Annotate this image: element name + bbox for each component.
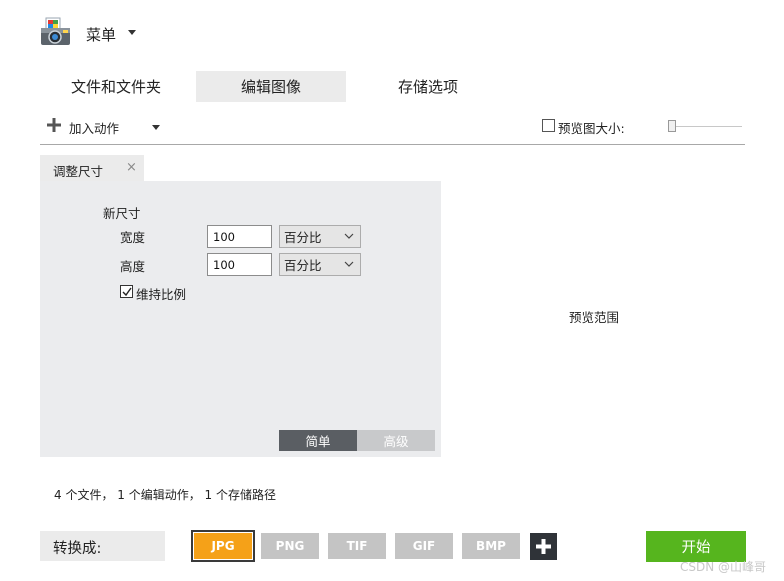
- mode-simple-button[interactable]: 简单: [279, 430, 357, 451]
- preview-size-label: 预览图大小:: [558, 121, 625, 136]
- toolbar-divider: [40, 144, 745, 145]
- tab-files-and-folders[interactable]: 文件和文件夹: [50, 71, 182, 102]
- height-unit-value: 百分比: [284, 258, 322, 273]
- tab-save-options[interactable]: 存储选项: [360, 71, 496, 102]
- plus-icon: [536, 539, 551, 554]
- height-input[interactable]: [207, 253, 272, 276]
- close-icon[interactable]: ×: [126, 160, 137, 175]
- mode-advanced-button[interactable]: 高级: [357, 430, 435, 451]
- watermark: CSDN @山峰哥: [680, 560, 767, 574]
- add-format-button[interactable]: [530, 533, 557, 560]
- format-bmp-button[interactable]: BMP: [462, 533, 520, 559]
- chevron-down-icon: [344, 261, 354, 267]
- tab-edit-images[interactable]: 编辑图像: [196, 71, 346, 102]
- format-gif-button[interactable]: GIF: [395, 533, 453, 559]
- menu-button[interactable]: 菜单: [86, 24, 116, 45]
- height-label: 高度: [120, 259, 146, 274]
- plus-icon[interactable]: [47, 118, 61, 132]
- preview-size-checkbox[interactable]: [542, 119, 555, 132]
- preview-area-label: 预览范围: [569, 310, 620, 325]
- width-unit-select[interactable]: 百分比: [279, 225, 361, 248]
- preview-size-slider-thumb[interactable]: [668, 120, 676, 132]
- new-size-heading: 新尺寸: [103, 206, 141, 221]
- format-png-button[interactable]: PNG: [261, 533, 319, 559]
- resize-panel: [40, 181, 441, 457]
- chevron-down-icon: [344, 233, 354, 239]
- width-input[interactable]: [207, 225, 272, 248]
- add-action-caret-icon[interactable]: [152, 125, 160, 130]
- height-unit-select[interactable]: 百分比: [279, 253, 361, 276]
- keep-ratio-label: 维持比例: [136, 287, 187, 302]
- app-logo-icon: [40, 17, 72, 47]
- menu-caret-icon[interactable]: [128, 30, 136, 35]
- preview-size-slider-track[interactable]: [672, 126, 742, 127]
- check-icon: [122, 287, 132, 297]
- status-summary: 4 个文件， 1 个编辑动作， 1 个存储路径: [54, 488, 276, 502]
- width-label: 宽度: [120, 230, 146, 245]
- action-tab-label: 调整尺寸: [53, 164, 104, 179]
- convert-to-label: 转换成:: [53, 541, 102, 557]
- keep-ratio-checkbox[interactable]: [120, 285, 133, 298]
- format-tif-button[interactable]: TIF: [328, 533, 386, 559]
- width-unit-value: 百分比: [284, 230, 322, 245]
- format-jpg-button[interactable]: JPG: [191, 530, 255, 562]
- add-action-button[interactable]: 加入动作: [69, 118, 119, 137]
